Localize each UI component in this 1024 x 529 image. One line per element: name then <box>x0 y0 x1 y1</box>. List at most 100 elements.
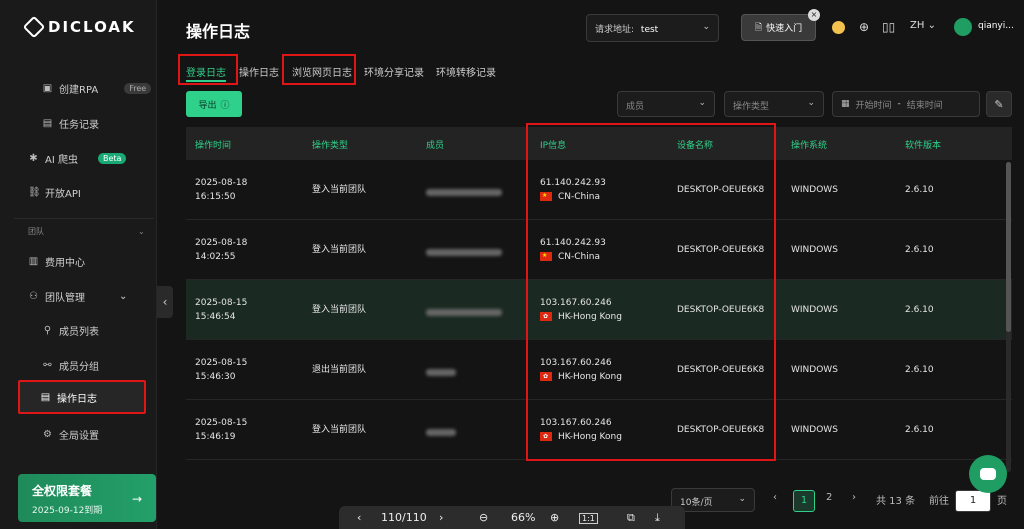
chevron-left-icon[interactable]: ‹ <box>357 511 361 524</box>
store-icon: ▣ <box>42 83 53 94</box>
chevron-down-icon: ⌄ <box>138 227 145 236</box>
version-cell: 2.6.10 <box>905 245 934 255</box>
time-cell: 2025-08-18 14:02:55 <box>195 238 248 262</box>
sidebar-section-label: 团队 <box>28 227 44 236</box>
sidebar: DICLOAK ▣ 创建RPA Free ▤ 任务记录 ✱ AI 爬虫 Beta… <box>0 0 157 529</box>
goto-label: 前往 <box>929 496 949 507</box>
member-cell-blurred <box>426 247 502 261</box>
member-cell-blurred <box>426 427 456 441</box>
type-cell: 登入当前团队 <box>312 305 367 315</box>
chevron-down-icon: ⌄ <box>698 98 706 108</box>
quick-start-button[interactable]: 🗎 快速入门 <box>741 14 816 41</box>
request-address-select[interactable]: 请求地址: test ⌄ <box>586 14 719 42</box>
sidebar-item-create-rpa[interactable]: ▣ 创建RPA Free <box>42 81 152 96</box>
operation-type-select[interactable]: 操作类型 ⌄ <box>724 91 824 117</box>
type-cell: 登入当前团队 <box>312 185 367 195</box>
version-cell: 2.6.10 <box>905 425 934 435</box>
document-icon: ▤ <box>40 391 51 403</box>
column-header-version: 软件版本 <box>905 141 942 151</box>
sidebar-item-member-groups[interactable]: ⚯ 成员分组 <box>42 358 99 373</box>
chevron-left-icon: ‹ <box>162 295 168 309</box>
clear-filter-button[interactable]: ✎ <box>986 91 1012 117</box>
group-icon: ⚯ <box>43 360 52 371</box>
chevron-down-icon: ⌄ <box>927 20 936 31</box>
table-scrollbar-thumb[interactable] <box>1006 162 1011 332</box>
chevron-down-icon: ⌄ <box>807 98 815 108</box>
sidebar-item-billing[interactable]: ▥ 费用中心 <box>28 254 85 269</box>
type-cell: 退出当前团队 <box>312 365 367 375</box>
sidebar-collapse-button[interactable]: ‹ <box>157 286 173 318</box>
plan-title: 全权限套餐 <box>32 484 93 498</box>
sidebar-item-label: 操作日志 <box>57 393 97 405</box>
free-badge: Free <box>124 83 152 94</box>
page-size-label: 10条/页 <box>680 498 713 508</box>
arrow-right-icon: → <box>131 492 142 506</box>
highlight-box <box>526 123 776 461</box>
version-cell: 2.6.10 <box>905 305 934 315</box>
time-cell: 2025-08-15 15:46:30 <box>195 358 248 382</box>
sidebar-item-label: 成员列表 <box>59 327 99 338</box>
language-select[interactable]: ZH ⌄ <box>910 20 936 31</box>
tab-env-share[interactable]: 环境分享记录 <box>364 64 424 79</box>
next-page-button[interactable]: › <box>852 492 856 503</box>
list-icon: ▤ <box>42 118 53 129</box>
sidebar-section-team[interactable]: 团队 ⌄ <box>28 226 145 237</box>
chevron-down-icon: ⌄ <box>702 22 710 32</box>
member-cell-blurred <box>426 367 456 381</box>
tab-operation-log[interactable]: 操作日志 <box>239 64 279 79</box>
goto-page-input[interactable]: 1 <box>955 490 991 512</box>
sidebar-item-label: 费用中心 <box>45 258 85 269</box>
tab-env-transfer[interactable]: 环境转移记录 <box>436 64 496 79</box>
chat-icon <box>980 468 996 480</box>
avatar[interactable] <box>954 18 972 36</box>
zoom-out-icon[interactable]: ⊖ <box>479 511 488 524</box>
download-icon[interactable]: ⤓ <box>655 511 660 525</box>
theme-toggle-icon[interactable] <box>832 21 845 34</box>
book-icon[interactable]: ▯▯ <box>882 20 895 34</box>
sidebar-item-member-list[interactable]: ⚲ 成员列表 <box>42 323 99 338</box>
username[interactable]: qianyi... <box>978 21 1014 31</box>
version-cell: 2.6.10 <box>905 365 934 375</box>
language-label: ZH <box>910 20 925 31</box>
brush-icon: ✎ <box>994 97 1004 111</box>
sidebar-item-open-api[interactable]: ⛓ 开放API <box>28 185 81 200</box>
link-icon: ⛓ <box>28 187 41 198</box>
sidebar-item-ai-crawler[interactable]: ✱ AI 爬虫 Beta <box>28 151 127 166</box>
help-icon: ⓘ <box>220 100 230 111</box>
sidebar-item-operation-log[interactable]: ▤ 操作日志 <box>18 380 146 414</box>
upload-icon[interactable]: ⊕ <box>859 20 869 34</box>
logo: DICLOAK <box>22 15 136 39</box>
sidebar-item-task-records[interactable]: ▤ 任务记录 <box>42 116 99 131</box>
actual-size-button[interactable]: 1:1 <box>579 513 598 524</box>
column-header-type: 操作类型 <box>312 141 349 151</box>
sidebar-item-label: 团队管理 <box>45 293 85 304</box>
receipt-icon: ▥ <box>28 256 39 267</box>
plan-card[interactable]: 全权限套餐 2025-09-12到期 → <box>18 474 156 522</box>
os-cell: WINDOWS <box>791 365 838 375</box>
sidebar-item-team-management[interactable]: ⚇ 团队管理 ⌄ <box>28 289 127 304</box>
zoom-in-icon[interactable]: ⊕ <box>550 511 559 524</box>
close-icon[interactable]: × <box>808 9 820 21</box>
member-filter-select[interactable]: 成员 ⌄ <box>617 91 715 117</box>
sidebar-item-global-settings[interactable]: ⚙ 全局设置 <box>42 427 99 442</box>
date-range-picker[interactable]: ▦ 开始时间 - 结束时间 <box>832 91 980 117</box>
export-button[interactable]: 导出 ⓘ <box>186 91 242 117</box>
plan-expiry: 2025-09-12到期 <box>32 506 103 516</box>
sidebar-item-label: 创建RPA <box>59 85 99 96</box>
chevron-right-icon[interactable]: › <box>439 511 443 524</box>
users-icon: ⚇ <box>29 291 38 302</box>
page-button-2[interactable]: 2 <box>826 492 832 503</box>
range-separator: - <box>897 99 901 109</box>
os-cell: WINDOWS <box>791 245 838 255</box>
time-cell: 2025-08-15 15:46:54 <box>195 298 248 322</box>
os-cell: WINDOWS <box>791 425 838 435</box>
page-button-1[interactable]: 1 <box>793 490 815 512</box>
rotate-icon[interactable]: ⧉ <box>627 511 635 525</box>
type-cell: 登入当前团队 <box>312 245 367 255</box>
chat-support-button[interactable] <box>969 455 1007 493</box>
image-viewer-toolbar: ‹ 110/110 › ⊖ 66% ⊕ 1:1 ⧉ ⤓ <box>339 506 685 529</box>
column-header-member: 成员 <box>426 141 445 151</box>
prev-page-button[interactable]: ‹ <box>773 492 777 503</box>
highlight-box <box>282 54 356 85</box>
type-cell: 登入当前团队 <box>312 425 367 435</box>
